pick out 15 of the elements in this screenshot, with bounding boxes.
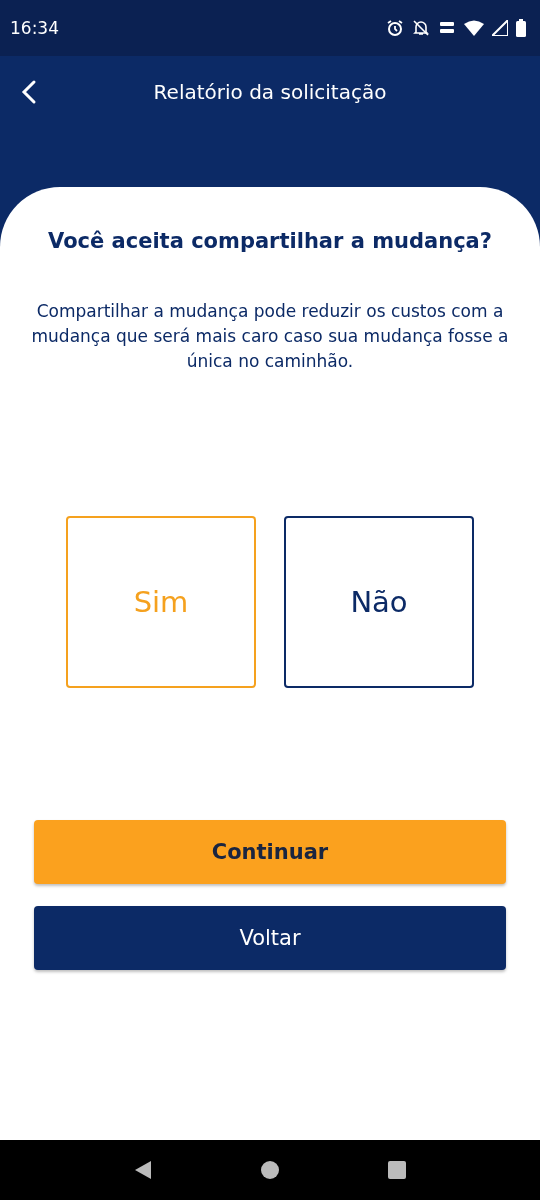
question-title: Você aceita compartilhar a mudança? [48,229,492,253]
back-nav-icon[interactable] [133,1160,154,1180]
header-title: Relatório da solicitação [153,80,387,104]
back-button[interactable]: Voltar [34,906,506,970]
continue-button[interactable]: Continuar [34,820,506,884]
battery-icon [516,19,526,37]
description-text: Compartilhar a mudança pode reduzir os custos com a mudança que será mais caro caso sua mudança fosse a única no caminhão. [30,300,510,373]
option-button[interactable]: Não [284,516,474,688]
muted-bell-icon [412,19,430,37]
status-time: 16:34 [10,18,59,38]
home-nav-icon[interactable] [260,1160,280,1180]
recents-nav-icon[interactable] [386,1160,407,1180]
wifi-icon [464,20,484,36]
signal-icon [492,20,508,36]
alarm-icon [386,19,404,37]
